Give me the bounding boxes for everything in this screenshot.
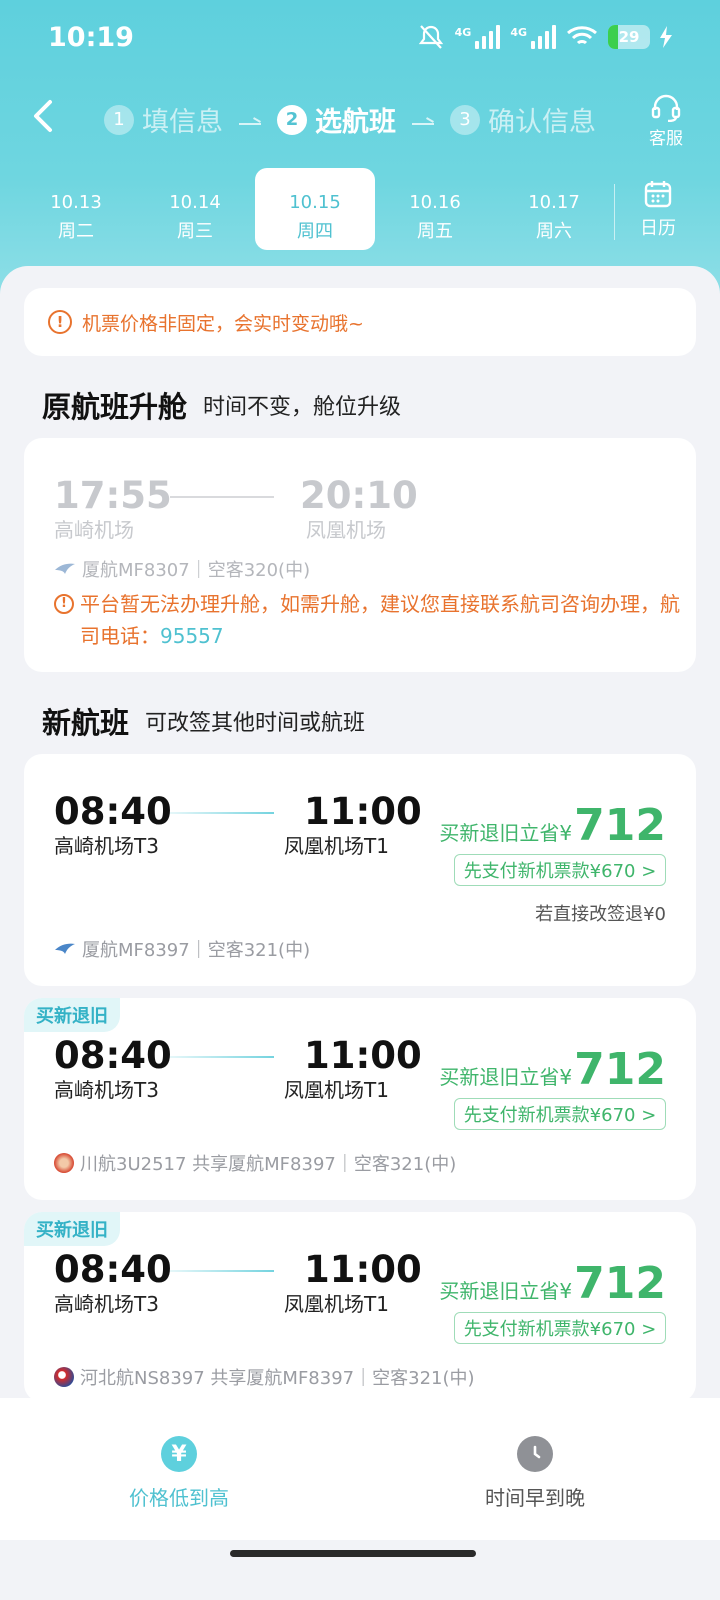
flight-card[interactable]: 买新退旧 08:40 高崎机场T3 11:00 凤凰机场T1 买新退旧立省¥ 71… [24, 998, 696, 1200]
step-fill-info: 1 填信息 [104, 100, 223, 139]
clock-hands-icon [533, 1445, 541, 1459]
date-tab-1016[interactable]: 10.16 周五 [375, 168, 495, 250]
original-flight-section-title: 原航班升舱 时间不变，舱位升级 [39, 384, 401, 426]
headset-icon [651, 94, 681, 122]
arrival-airport: 凤凰机场T1 [284, 1292, 389, 1316]
signal-icon-2 [531, 25, 556, 49]
flight-info: 厦航MF8397｜空客321(中) [54, 936, 310, 962]
route-line [170, 1270, 274, 1272]
flight-card[interactable]: 买新退旧 08:40 高崎机场T3 11:00 凤凰机场T1 买新退旧立省¥ 71… [24, 1212, 696, 1402]
status-bar: 10:19 4G 4G 29 [0, 0, 720, 80]
warning-icon: ! [54, 594, 74, 614]
buy-new-refund-old-tag: 买新退旧 [24, 1212, 120, 1246]
date-tab-1013[interactable]: 10.13 周二 [16, 168, 136, 250]
arrow-right-icon [239, 115, 261, 125]
date-tabs: 10.13 周二 10.14 周三 10.15 周四 10.16 周五 10.1… [0, 168, 720, 250]
wifi-icon [567, 26, 597, 45]
charging-icon [660, 26, 672, 48]
customer-service-button[interactable]: 客服 [640, 94, 692, 149]
departure-time: 17:55 [54, 474, 172, 517]
pay-new-ticket-button[interactable]: 先支付新机票款¥670 > [454, 854, 666, 886]
xiamen-airlines-logo-icon [55, 943, 75, 954]
calendar-button[interactable]: 日历 [628, 180, 688, 240]
sort-price-button[interactable]: ¥ 价格低到高 [124, 1436, 234, 1511]
yuan-icon: ¥ [161, 1436, 197, 1472]
arrival-airport: 凤凰机场T1 [284, 834, 389, 858]
departure-airport: 高崎机场 [54, 518, 134, 542]
home-indicator[interactable] [230, 1550, 476, 1557]
gesture-nav-area [0, 1540, 720, 1600]
chevron-left-icon [34, 100, 52, 132]
arrow-right-icon [412, 115, 434, 125]
pay-new-ticket-button[interactable]: 先支付新机票款¥670 > [454, 1312, 666, 1344]
buy-new-refund-old-tag: 买新退旧 [24, 998, 120, 1032]
date-tab-1017[interactable]: 10.17 周六 [494, 168, 614, 250]
route-line [170, 1056, 274, 1058]
step-select-flight: 2 选航班 [277, 100, 396, 139]
arrival-time: 11:00 [304, 790, 422, 833]
mute-icon [418, 25, 443, 49]
price-notice: ! 机票价格非固定，会实时变动哦~ [24, 288, 696, 356]
battery-icon: 29 [608, 25, 650, 49]
savings-label: 买新退旧立省¥ 712 [439, 1258, 666, 1309]
savings-label: 买新退旧立省¥ 712 [439, 800, 666, 851]
arrival-time: 11:00 [304, 1248, 422, 1291]
departure-time: 08:40 [54, 790, 172, 833]
new-flight-section-title: 新航班 可改签其他时间或航班 [39, 700, 365, 742]
sort-bar: ¥ 价格低到高 时间早到晚 [0, 1398, 720, 1540]
arrival-time: 20:10 [300, 474, 418, 517]
route-line [170, 812, 274, 814]
original-flight-card: 17:55 高崎机场 20:10 凤凰机场 厦航MF8307｜空客320(中) … [24, 438, 696, 672]
departure-time: 08:40 [54, 1034, 172, 1077]
network-type: 4G [454, 25, 472, 39]
sichuan-airlines-logo-icon [54, 1153, 74, 1173]
back-button[interactable] [24, 96, 64, 136]
step-confirm-info: 3 确认信息 [450, 100, 596, 139]
xiamen-airlines-logo-icon [55, 563, 75, 574]
status-icons: 4G 4G 29 [417, 24, 672, 50]
flight-info: 河北航NS8397 共享厦航MF8397｜空客321(中) [54, 1364, 475, 1390]
flight-info: 厦航MF8307｜空客320(中) [54, 556, 310, 582]
warning-icon: ! [48, 310, 72, 334]
hebei-airlines-logo-icon [54, 1367, 74, 1387]
airline-phone-link[interactable]: 95557 [160, 624, 224, 648]
departure-time: 08:40 [54, 1248, 172, 1291]
signal-icon [475, 25, 501, 49]
divider [614, 184, 615, 240]
arrival-airport: 凤凰机场 [306, 518, 386, 542]
sort-time-button[interactable]: 时间早到晚 [480, 1436, 590, 1511]
upgrade-warning: ! 平台暂无法办理升舱，如需升舱，建议您直接联系航司咨询办理，航司电话：9555… [54, 588, 684, 652]
status-time: 10:19 [48, 22, 134, 53]
content-panel: ! 机票价格非固定，会实时变动哦~ 原航班升舱 时间不变，舱位升级 17:55 … [0, 266, 720, 1426]
step-header: 1 填信息 2 选航班 3 确认信息 客服 [0, 90, 720, 150]
date-tab-1014[interactable]: 10.14 周三 [135, 168, 255, 250]
savings-label: 买新退旧立省¥ 712 [439, 1044, 666, 1095]
pay-new-ticket-button[interactable]: 先支付新机票款¥670 > [454, 1098, 666, 1130]
direct-change-refund: 若直接改签退¥0 [535, 904, 666, 925]
calendar-icon [644, 181, 672, 208]
arrival-airport: 凤凰机场T1 [284, 1078, 389, 1102]
flight-card[interactable]: 08:40 高崎机场T3 11:00 凤凰机场T1 买新退旧立省¥ 712 先支付… [24, 754, 696, 986]
step-indicator: 1 填信息 2 选航班 3 确认信息 [104, 100, 596, 139]
arrival-time: 11:00 [304, 1034, 422, 1077]
clock-icon [517, 1436, 553, 1472]
date-tab-1015-selected[interactable]: 10.15 周四 [255, 168, 375, 250]
departure-airport: 高崎机场T3 [54, 1292, 159, 1316]
departure-airport: 高崎机场T3 [54, 834, 159, 858]
route-line [170, 496, 274, 498]
network-type-2: 4G [510, 25, 527, 39]
flight-info: 川航3U2517 共享厦航MF8397｜空客321(中) [54, 1150, 456, 1176]
departure-airport: 高崎机场T3 [54, 1078, 159, 1102]
